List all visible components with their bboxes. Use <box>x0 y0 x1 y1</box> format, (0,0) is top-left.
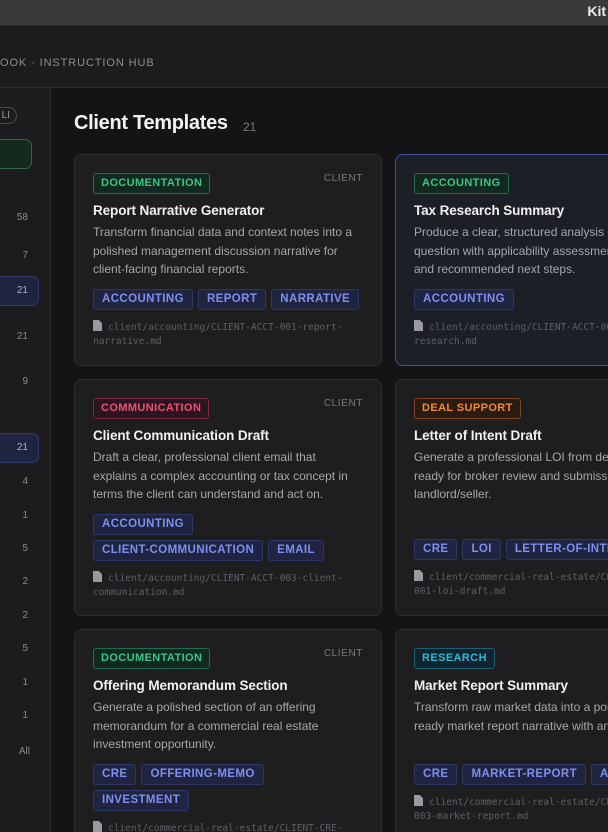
scope-label: CLIENT <box>323 648 363 659</box>
tag-chip[interactable]: ANALYSIS <box>591 764 608 785</box>
file-path: client/commercial-real-estate/CLIENT-CRE… <box>93 821 363 832</box>
file-icon <box>414 320 423 331</box>
card-description: Transform raw market data into a polishe… <box>414 700 608 733</box>
file-icon <box>414 570 423 581</box>
template-card[interactable]: DOCUMENTATION CLIENT Report Narrative Ge… <box>74 154 382 366</box>
category-badge: COMMUNICATION <box>93 398 210 419</box>
file-path-text: client/accounting/CLIENT-ACCT-002-tax- r… <box>414 322 608 347</box>
tag-chip[interactable]: CRE <box>93 764 137 785</box>
category-badge: RESEARCH <box>414 648 495 669</box>
template-card[interactable]: ACCOUNTING Tax Research Summary Produce … <box>395 154 608 366</box>
file-path: client/accounting/CLIENT-ACCT-001-report… <box>93 320 363 349</box>
category-badge: DEAL SUPPORT <box>414 398 521 419</box>
card-title: Report Narrative Generator <box>93 203 265 218</box>
tag-chip[interactable]: CLIENT-COMMUNICATION <box>93 540 264 561</box>
tag-chip[interactable]: LETTER-OF-INTENT <box>505 539 608 560</box>
sidebar-item-count[interactable]: 5 <box>0 643 28 654</box>
tag-chip[interactable]: ACCOUNTING <box>414 289 514 310</box>
tag-chip[interactable]: NARRATIVE <box>271 289 360 310</box>
file-path-text: client/accounting/CLIENT-ACCT-003-client… <box>93 573 343 598</box>
tag-chip[interactable]: MARKET-REPORT <box>462 764 586 785</box>
category-badge: ACCOUNTING <box>414 173 509 194</box>
top-header: OOK · INSTRUCTION HUB <box>0 26 608 88</box>
card-description: Draft a clear, professional client email… <box>93 450 348 501</box>
sidebar-item-count[interactable]: 1 <box>0 510 28 521</box>
category-badge: DOCUMENTATION <box>93 173 211 194</box>
main-content: Client Templates 21 DOCUMENTATION CLIENT… <box>51 88 608 832</box>
file-path-text: client/commercial-real-estate/CLIENT-CRE… <box>414 797 608 822</box>
file-path: client/commercial-real-estate/CLIENT-CRE… <box>414 570 608 599</box>
template-card[interactable]: DEAL SUPPORT Letter of Intent Draft Gene… <box>395 379 608 616</box>
file-icon <box>93 320 102 331</box>
sidebar-filter-chip[interactable]: LI <box>0 107 17 124</box>
scope-label: CLIENT <box>323 173 363 184</box>
tag-chip[interactable]: ACCOUNTING <box>93 289 193 310</box>
sidebar-item-count[interactable]: 2 <box>0 576 28 587</box>
sidebar-item-count[interactable]: 9 <box>0 376 28 387</box>
file-path: client/commercial-real-estate/CLIENT-CRE… <box>414 795 608 824</box>
card-description: Generate a polished section of an offeri… <box>93 700 319 751</box>
template-card[interactable]: COMMUNICATION CLIENT Client Communicatio… <box>74 379 382 616</box>
sidebar-item-count[interactable]: 21 <box>0 331 28 342</box>
file-icon <box>93 821 102 832</box>
template-count: 21 <box>243 120 257 134</box>
file-path-text: client/commercial-real-estate/CLIENT-CRE… <box>414 572 608 597</box>
file-path-text: client/accounting/CLIENT-ACCT-001-report… <box>93 322 343 347</box>
file-icon <box>93 571 102 582</box>
card-title: Offering Memorandum Section <box>93 678 288 693</box>
tag-chip[interactable]: REPORT <box>197 289 267 310</box>
sidebar-item-count[interactable]: 21 <box>0 276 39 306</box>
sidebar-item-count[interactable]: 58 <box>0 212 28 223</box>
card-description: Transform financial data and context not… <box>93 225 353 276</box>
tag-chip[interactable]: OFFERING-MEMO <box>141 764 264 785</box>
file-path: client/accounting/CLIENT-ACCT-002-tax- r… <box>414 320 608 349</box>
sidebar-item-count[interactable]: 7 <box>0 250 28 261</box>
tag-chip[interactable]: CRE <box>414 764 458 785</box>
card-description: Generate a professional LOI from deal te… <box>414 450 608 501</box>
window-titlebar: Kit <box>0 0 608 26</box>
sidebar-item-count[interactable]: 2 <box>0 610 28 621</box>
card-title: Client Communication Draft <box>93 428 269 443</box>
template-card[interactable]: RESEARCH Market Report Summary Transform… <box>395 629 608 832</box>
card-description: Produce a clear, structured analysis of … <box>414 225 608 276</box>
card-title: Letter of Intent Draft <box>414 428 542 443</box>
sidebar-item-count[interactable]: 4 <box>0 476 28 487</box>
category-badge: DOCUMENTATION <box>93 648 211 669</box>
sidebar-item-count[interactable]: 1 <box>0 710 28 721</box>
file-path-text: client/commercial-real-estate/CLIENT-CRE… <box>108 823 343 832</box>
scope-label: CLIENT <box>323 398 363 409</box>
tag-chip[interactable]: LOI <box>462 539 501 560</box>
card-title: Tax Research Summary <box>414 203 565 218</box>
sidebar-item-count[interactable]: 1 <box>0 677 28 688</box>
file-icon <box>414 795 423 806</box>
sidebar-new-button[interactable] <box>0 139 32 169</box>
page-title: Client Templates <box>74 112 228 134</box>
tag-chip[interactable]: EMAIL <box>268 540 324 561</box>
sidebar-item-all[interactable]: All <box>0 746 30 757</box>
card-title: Market Report Summary <box>414 678 568 693</box>
breadcrumb: OOK · INSTRUCTION HUB <box>0 57 155 69</box>
sidebar-item-count[interactable]: 5 <box>0 543 28 554</box>
tag-chip[interactable]: INVESTMENT <box>93 790 190 811</box>
tag-chip[interactable]: CRE <box>414 539 458 560</box>
app-title: Kit <box>587 3 606 19</box>
template-card[interactable]: DOCUMENTATION CLIENT Offering Memorandum… <box>74 629 382 832</box>
sidebar-item-count[interactable]: 21 <box>0 433 39 463</box>
tag-chip[interactable]: ACCOUNTING <box>93 514 193 535</box>
sidebar: LI 58 7 21 21 9 21 4 1 5 2 2 5 1 1 All <box>0 88 51 832</box>
file-path: client/accounting/CLIENT-ACCT-003-client… <box>93 571 363 600</box>
